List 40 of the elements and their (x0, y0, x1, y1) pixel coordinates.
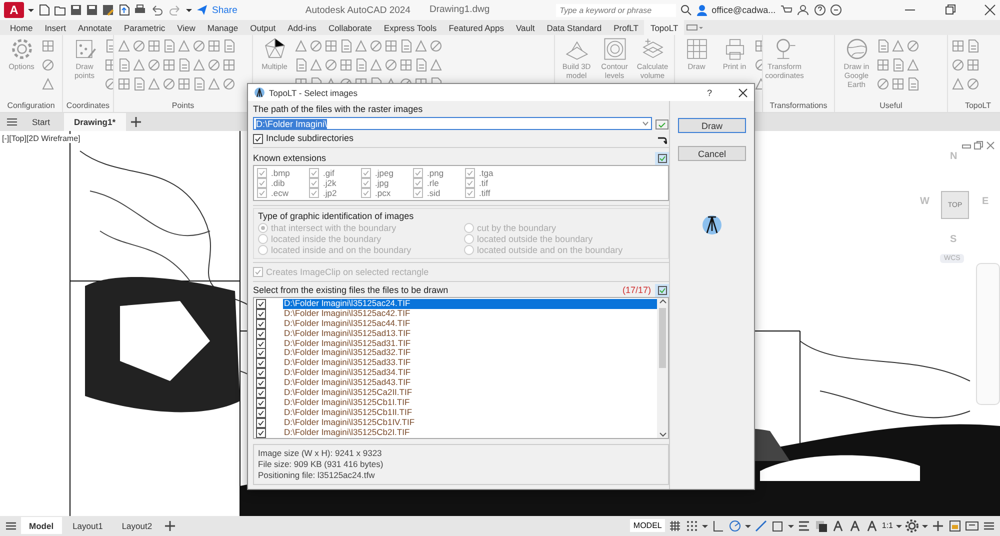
checkbox-label: .png (427, 168, 444, 178)
radio-label: cut by the boundary (477, 222, 556, 232)
section-title: Type of graphic identification of images (258, 211, 414, 221)
radio-label: located inside the boundary (271, 234, 382, 244)
info-line: Positioning file: l35125ac24.tfw (258, 470, 375, 480)
panel-label: Coordinates (66, 101, 110, 110)
panel-label: Configuration (7, 101, 55, 110)
panel-label: TopoLT (964, 101, 992, 110)
checkbox-label: .j2k (323, 178, 336, 188)
checkbox-label: .tif (479, 178, 488, 188)
dialog-title: TopoLT - Select images (269, 88, 358, 98)
checkbox-label: .jpeg (375, 168, 394, 178)
checkbox-label: .jp2 (323, 188, 337, 198)
checkbox-label: Include subdirectories (266, 133, 354, 144)
radio-label: that intersect with the boundary (271, 222, 396, 232)
file-name: Drawing1.dwg (428, 5, 490, 15)
panel-label: Transformations (770, 101, 828, 110)
checkbox-label: .pcx (375, 188, 391, 198)
checkbox-label: .sid (427, 188, 440, 198)
info-line: Image size (W x H): 9241 x 9323 (258, 448, 382, 458)
panel-label: Useful (880, 101, 902, 110)
checkbox-label: .ecw (271, 188, 288, 198)
checkbox-label: Creates ImageClip on selected rectangle (266, 266, 429, 278)
checkbox-label: .bmp (271, 168, 290, 178)
section-title: Known extensions (253, 152, 326, 164)
panel-label: Points (172, 101, 194, 110)
radio-label: located inside and on the boundary (271, 244, 412, 254)
section-title: Select from the existing files the files to be drawn (253, 284, 448, 296)
checkbox-label: .jpg (375, 178, 389, 188)
checkbox-label: .rle (427, 178, 439, 188)
checkbox-label: .dib (271, 178, 285, 188)
checkbox-label: .tga (479, 168, 494, 178)
app-title: Autodesk AutoCAD 2024 (305, 4, 410, 16)
info-line: File size: 909 KB (931 416 bytes) (258, 459, 384, 469)
path-label: The path of the files with the raster images (253, 104, 424, 115)
checkbox-label: .tiff (479, 188, 490, 198)
checkbox-label: .gif (323, 168, 334, 178)
file-count: (17/17) (622, 285, 651, 295)
radio-label: located outside and on the boundary (477, 244, 623, 254)
radio-label: located outside the boundary (477, 234, 593, 244)
